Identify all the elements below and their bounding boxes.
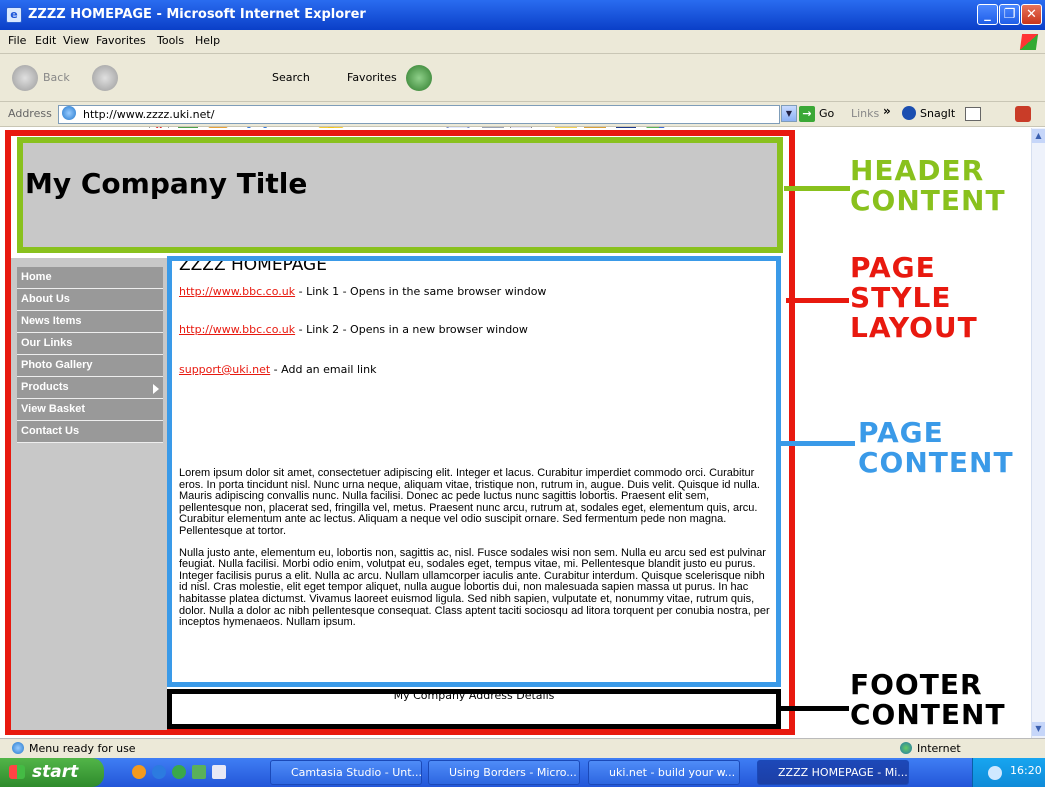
menu-file[interactable]: File <box>8 34 26 47</box>
zone-text: Internet <box>917 742 961 755</box>
go-label[interactable]: Go <box>819 107 834 120</box>
menu-help[interactable]: Help <box>195 34 220 47</box>
status-text: Menu ready for use <box>29 742 136 755</box>
task-using-borders[interactable]: Using Borders - Micro... <box>428 760 580 785</box>
content-annotation: PAGE CONTENT <box>858 418 1014 478</box>
nav-item-contact-us[interactable]: Contact Us <box>17 421 163 443</box>
menu-view[interactable]: View <box>63 34 89 47</box>
layout-connector-line <box>786 298 849 303</box>
scroll-up-icon[interactable]: ▲ <box>1032 129 1045 143</box>
scroll-down-icon[interactable]: ▼ <box>1032 722 1045 736</box>
quicklaunch-desktop-icon[interactable] <box>212 765 226 779</box>
nav-item-news-items[interactable]: News Items <box>17 311 163 333</box>
nav-item-home[interactable]: Home <box>17 267 163 289</box>
layout-annotation: PAGE STYLE LAYOUT <box>850 253 978 343</box>
nav-item-photo-gallery[interactable]: Photo Gallery <box>17 355 163 377</box>
link-row-2: http://www.bbc.co.uk - Link 2 - Opens in… <box>179 323 773 336</box>
task-uki-net[interactable]: uki.net - build your w... <box>588 760 740 785</box>
company-title: My Company Title <box>25 167 308 200</box>
quicklaunch-camtasia-icon[interactable] <box>192 765 206 779</box>
nav-item-about-us[interactable]: About Us <box>17 289 163 311</box>
nav-item-view-basket[interactable]: View Basket <box>17 399 163 421</box>
menu-tools[interactable]: Tools <box>157 34 184 47</box>
snagit-label[interactable]: SnagIt <box>920 107 955 120</box>
address-input[interactable]: http://www.zzzz.uki.net/ <box>58 105 780 124</box>
content-connector-line <box>781 441 855 446</box>
clock: 16:20 <box>1010 764 1042 777</box>
link-row-3: support@uki.net - Add an email link <box>179 363 773 376</box>
header-annotation: HEADER CONTENT <box>850 156 1006 216</box>
layout-annotation-line-3: LAYOUT <box>850 311 978 344</box>
adobe-icon[interactable] <box>1015 106 1031 122</box>
address-bar: Address http://www.zzzz.uki.net/ Go Link… <box>0 102 1045 127</box>
link-bbc-2[interactable]: http://www.bbc.co.uk <box>179 323 295 336</box>
task-camtasia[interactable]: Camtasia Studio - Unt... <box>270 760 422 785</box>
header-annotation-line-2: CONTENT <box>850 184 1006 217</box>
chevron-icon[interactable]: » <box>883 104 891 118</box>
search-label[interactable]: Search <box>272 71 310 84</box>
footer-annotation: FOOTER CONTENT <box>850 670 1006 730</box>
content-annotation-line-1: PAGE <box>858 416 944 449</box>
address-dropdown-icon[interactable]: ▼ <box>781 105 797 122</box>
menu-edit[interactable]: Edit <box>35 34 56 47</box>
page-heading: ZZZZ HOMEPAGE <box>179 256 327 275</box>
address-label: Address <box>8 107 52 120</box>
footer-text: My Company Address Details <box>393 689 555 702</box>
back-icon[interactable] <box>12 65 38 91</box>
menu-favorites[interactable]: Favorites <box>96 34 146 47</box>
links-label[interactable]: Links <box>851 107 879 120</box>
favorites-label[interactable]: Favorites <box>347 71 397 84</box>
layout-annotation-line-2: STYLE <box>850 281 952 314</box>
window-title: ZZZZ HOMEPAGE - Microsoft Internet Explo… <box>28 7 366 22</box>
go-arrow-icon[interactable]: → <box>799 106 815 122</box>
link-desc-1: - Link 1 - Opens in the same browser win… <box>295 285 547 298</box>
quicklaunch-ie-icon[interactable] <box>152 765 166 779</box>
page-content: ZZZZ HOMEPAGE http://www.bbc.co.uk - Lin… <box>167 256 781 687</box>
windows-logo-icon <box>1019 34 1039 50</box>
snagit-capture-icon[interactable] <box>965 107 981 121</box>
snagit-icon[interactable] <box>902 106 916 120</box>
forward-icon[interactable] <box>92 65 118 91</box>
link-desc-3: - Add an email link <box>270 363 377 376</box>
footer-annotation-line-2: CONTENT <box>850 698 1006 731</box>
quicklaunch-app-icon[interactable] <box>172 765 186 779</box>
link-bbc-1[interactable]: http://www.bbc.co.uk <box>179 285 295 298</box>
volume-icon[interactable] <box>988 766 1002 780</box>
submenu-arrow-icon <box>153 384 159 394</box>
nav-item-products[interactable]: Products <box>17 377 163 399</box>
ie-icon: e <box>6 7 22 23</box>
email-link[interactable]: support@uki.net <box>179 363 270 376</box>
close-button[interactable]: ✕ <box>1021 4 1042 25</box>
link-desc-2: - Link 2 - Opens in a new browser window <box>295 323 528 336</box>
maximize-button[interactable]: ❐ <box>999 4 1020 25</box>
content-annotation-line-2: CONTENT <box>858 446 1014 479</box>
toolbar: Back ✕ Search Favorites <box>0 54 1045 143</box>
layout-annotation-line-1: PAGE <box>850 251 936 284</box>
title-bar[interactable]: e ZZZZ HOMEPAGE - Microsoft Internet Exp… <box>0 0 1045 30</box>
nav-menu: Home About Us News Items Our Links Photo… <box>17 267 163 443</box>
page-footer: My Company Address Details <box>167 689 781 729</box>
quicklaunch-firefox-icon[interactable] <box>132 765 146 779</box>
footer-connector-line <box>781 706 849 711</box>
task-zzzz-homepage[interactable]: ZZZZ HOMEPAGE - Mi... <box>757 760 909 785</box>
page-icon <box>62 106 76 120</box>
lorem-paragraph-2: Nulla justo ante, elementum eu, lobortis… <box>179 546 770 629</box>
nav-item-our-links[interactable]: Our Links <box>17 333 163 355</box>
history-icon[interactable] <box>406 65 432 91</box>
status-bar: Menu ready for use Internet <box>0 738 1045 758</box>
vertical-scrollbar[interactable] <box>1031 128 1045 738</box>
windows-flag-icon <box>9 765 25 779</box>
status-page-icon <box>12 742 24 754</box>
menu-bar: File Edit View Favorites Tools Help <box>0 30 1045 54</box>
link-row-1: http://www.bbc.co.uk - Link 1 - Opens in… <box>179 285 773 298</box>
header-annotation-line-1: HEADER <box>850 154 985 187</box>
back-label[interactable]: Back <box>43 71 70 84</box>
lorem-paragraph-1: Lorem ipsum dolor sit amet, consectetuer… <box>179 467 760 537</box>
internet-zone-icon <box>900 742 912 754</box>
header-connector-line <box>784 186 850 191</box>
footer-annotation-line-1: FOOTER <box>850 668 983 701</box>
minimize-button[interactable]: _ <box>977 4 998 25</box>
nav-item-products-label: Products <box>21 381 69 393</box>
